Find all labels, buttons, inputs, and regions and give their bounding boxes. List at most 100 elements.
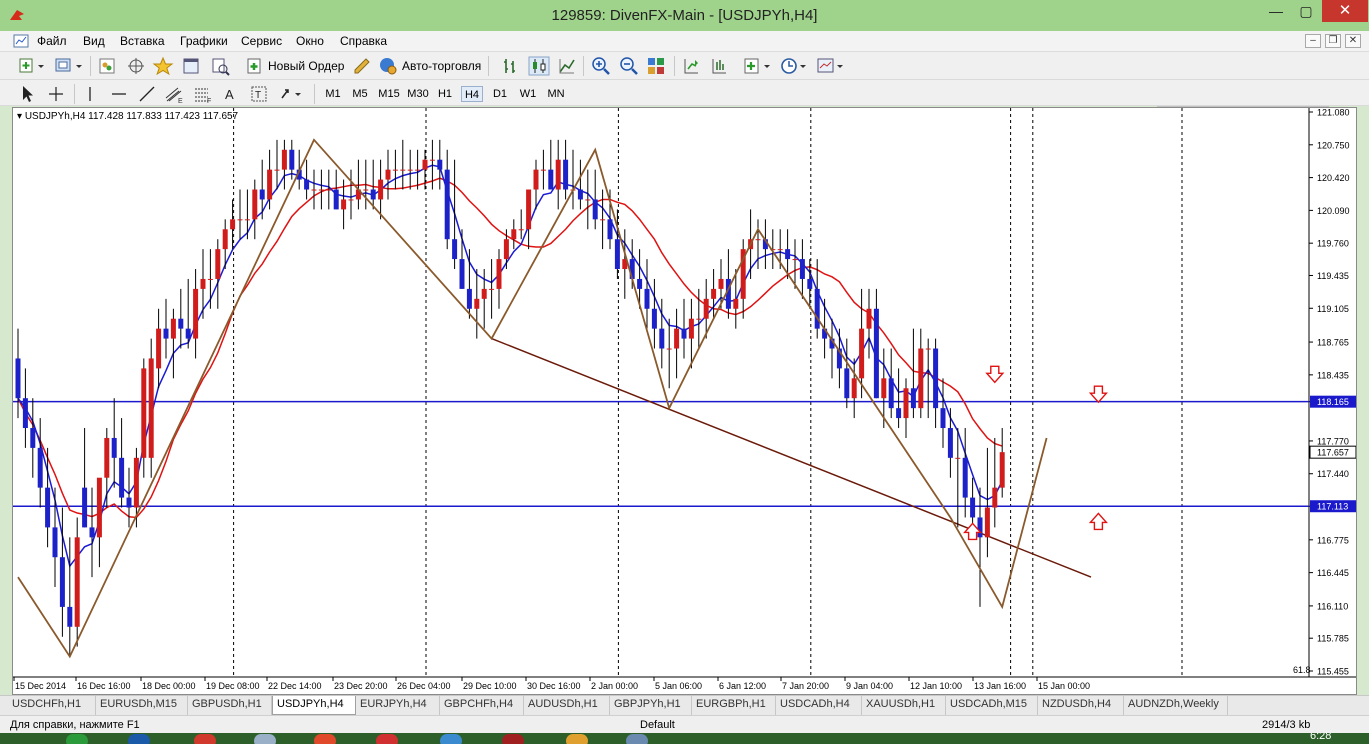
candle-body [252, 189, 258, 220]
tab-xauusd-h1[interactable]: XAUUSDh,H1 [862, 696, 946, 715]
price-label: 115.785 [1317, 634, 1349, 644]
tab-gbpusd-h1[interactable]: GBPUSDh,H1 [188, 696, 272, 715]
new-chart-icon[interactable] [18, 56, 46, 76]
timeframe-d1[interactable]: D1 [489, 86, 511, 102]
timeframe-mn[interactable]: MN [544, 86, 568, 102]
market-watch-icon[interactable] [97, 56, 117, 76]
menu-tools[interactable]: Сервис [241, 34, 282, 48]
tab-gbpchf-h4[interactable]: GBPCHFh,H4 [440, 696, 524, 715]
tab-usdcad-h4[interactable]: USDCADh,H4 [776, 696, 862, 715]
templates-icon[interactable] [816, 56, 846, 76]
trendline-icon[interactable] [138, 84, 156, 104]
taskbar-app-icon[interactable] [66, 734, 88, 744]
horizontal-line-icon[interactable] [110, 84, 128, 104]
tab-usdjpy-h4[interactable]: USDJPYh,H4 [272, 696, 356, 715]
status-traffic: 2914/3 kb [1262, 719, 1311, 731]
tab-usdcad-m15[interactable]: USDCADh,M15 [946, 696, 1038, 715]
candle-body [955, 457, 961, 459]
timeframe-m5[interactable]: M5 [349, 86, 371, 102]
taskbar-app-icon[interactable] [314, 734, 336, 744]
tile-windows-icon[interactable] [646, 56, 666, 76]
mdi-restore-button[interactable]: ❐ [1325, 34, 1341, 48]
candle-body [126, 497, 132, 508]
tab-eurgbp-h1[interactable]: EURGBPh,H1 [692, 696, 776, 715]
taskbar-app-icon[interactable] [440, 734, 462, 744]
cursor-icon[interactable] [18, 84, 36, 104]
taskbar-app-icon[interactable] [376, 734, 398, 744]
zoom-in-icon[interactable] [591, 56, 611, 76]
candle-body [718, 278, 724, 289]
tab-usdchf-h1[interactable]: USDCHFh,H1 [8, 696, 96, 715]
taskbar-browser-icon[interactable] [194, 734, 216, 744]
taskbar-app-icon[interactable] [128, 734, 150, 744]
taskbar-app-icon[interactable] [626, 734, 648, 744]
tab-audusd-h1[interactable]: AUDUSDh,H1 [524, 696, 610, 715]
new-order-icon[interactable] [246, 56, 264, 76]
candle-body [844, 368, 850, 399]
tab-eurjpy-h4[interactable]: EURJPYh,H4 [356, 696, 440, 715]
tab-eurusd-m15[interactable]: EURUSDh,M15 [96, 696, 188, 715]
auto-trading-icon[interactable] [378, 56, 398, 76]
chart-shift-icon[interactable] [681, 56, 701, 76]
title-bar[interactable]: 129859: DivenFX-Main - [USDJPYh,H4] — ▢ … [0, 0, 1369, 31]
terminal-window-icon[interactable] [181, 56, 201, 76]
candle-body [681, 328, 687, 339]
date-label: 16 Dec 16:00 [77, 681, 131, 691]
menu-charts[interactable]: Графики [180, 34, 228, 48]
strategy-tester-icon[interactable] [210, 56, 230, 76]
chart-canvas[interactable]: 121.080 120.750 120.420 120.090 119.760 119.4… [13, 108, 1357, 695]
menu-file[interactable]: Файл [37, 34, 67, 48]
candle-body [925, 348, 931, 350]
bar-chart-icon[interactable] [500, 56, 520, 76]
candle-body [481, 288, 487, 299]
tab-audnzd-weekly[interactable]: AUDNZDh,Weekly [1124, 696, 1228, 715]
taskbar-app-icon[interactable] [566, 734, 588, 744]
taskbar-app-icon[interactable] [254, 734, 276, 744]
timeframe-h1[interactable]: H1 [434, 86, 456, 102]
indicators-icon[interactable] [743, 56, 773, 76]
menu-view[interactable]: Вид [83, 34, 105, 48]
candle-body [896, 408, 902, 419]
price-chart[interactable]: 121.080 120.750 120.420 120.090 119.760 119.4… [12, 107, 1357, 695]
timeframe-m15[interactable]: M15 [376, 86, 402, 102]
menu-window[interactable]: Окно [296, 34, 324, 48]
menu-insert[interactable]: Вставка [120, 34, 165, 48]
candle-body [133, 457, 139, 508]
menu-help[interactable]: Справка [340, 34, 387, 48]
arrows-tool-icon[interactable] [278, 84, 306, 104]
zoom-out-icon[interactable] [619, 56, 639, 76]
autoscroll-icon[interactable] [709, 56, 729, 76]
new-order-button[interactable]: Новый Ордер [268, 59, 344, 73]
timeframe-m30[interactable]: M30 [405, 86, 431, 102]
fibonacci-icon[interactable]: F [193, 84, 213, 104]
candle-body [82, 487, 88, 528]
status-profile[interactable]: Default [640, 719, 675, 731]
timeframe-w1[interactable]: W1 [517, 86, 539, 102]
auto-trading-button[interactable]: Авто-торговля [402, 59, 481, 73]
maximize-button[interactable]: ▢ [1292, 0, 1320, 22]
vertical-line-icon[interactable] [82, 84, 98, 104]
line-chart-icon[interactable] [557, 56, 577, 76]
timeframe-h4[interactable]: H4 [461, 86, 483, 102]
crosshair-navigator-icon[interactable] [126, 56, 146, 76]
tab-gbpjpy-h1[interactable]: GBPJPYh,H1 [610, 696, 692, 715]
candle-body [755, 239, 761, 241]
equidistant-channel-icon[interactable]: E [164, 84, 184, 104]
candlestick-chart-icon[interactable] [528, 56, 550, 76]
periods-clock-icon[interactable] [779, 56, 809, 76]
timeframe-m1[interactable]: M1 [322, 86, 344, 102]
close-button[interactable]: ✕ [1322, 0, 1368, 22]
text-label-icon[interactable]: T [250, 84, 268, 104]
mdi-close-button[interactable]: ✕ [1345, 34, 1361, 48]
metaeditor-icon[interactable] [352, 56, 372, 76]
candle-body [799, 259, 805, 279]
mdi-minimize-button[interactable]: – [1305, 34, 1321, 48]
taskbar-app-icon[interactable] [502, 734, 524, 744]
crosshair-icon[interactable] [46, 84, 66, 104]
minimize-button[interactable]: — [1262, 0, 1290, 22]
status-bar: Для справки, нажмите F1 Default 2914/3 k… [0, 715, 1369, 733]
favorites-icon[interactable] [152, 56, 174, 76]
profiles-icon[interactable] [54, 56, 84, 76]
text-tool-icon[interactable]: A [222, 84, 240, 104]
tab-nzdusd-h4[interactable]: NZDUSDh,H4 [1038, 696, 1124, 715]
